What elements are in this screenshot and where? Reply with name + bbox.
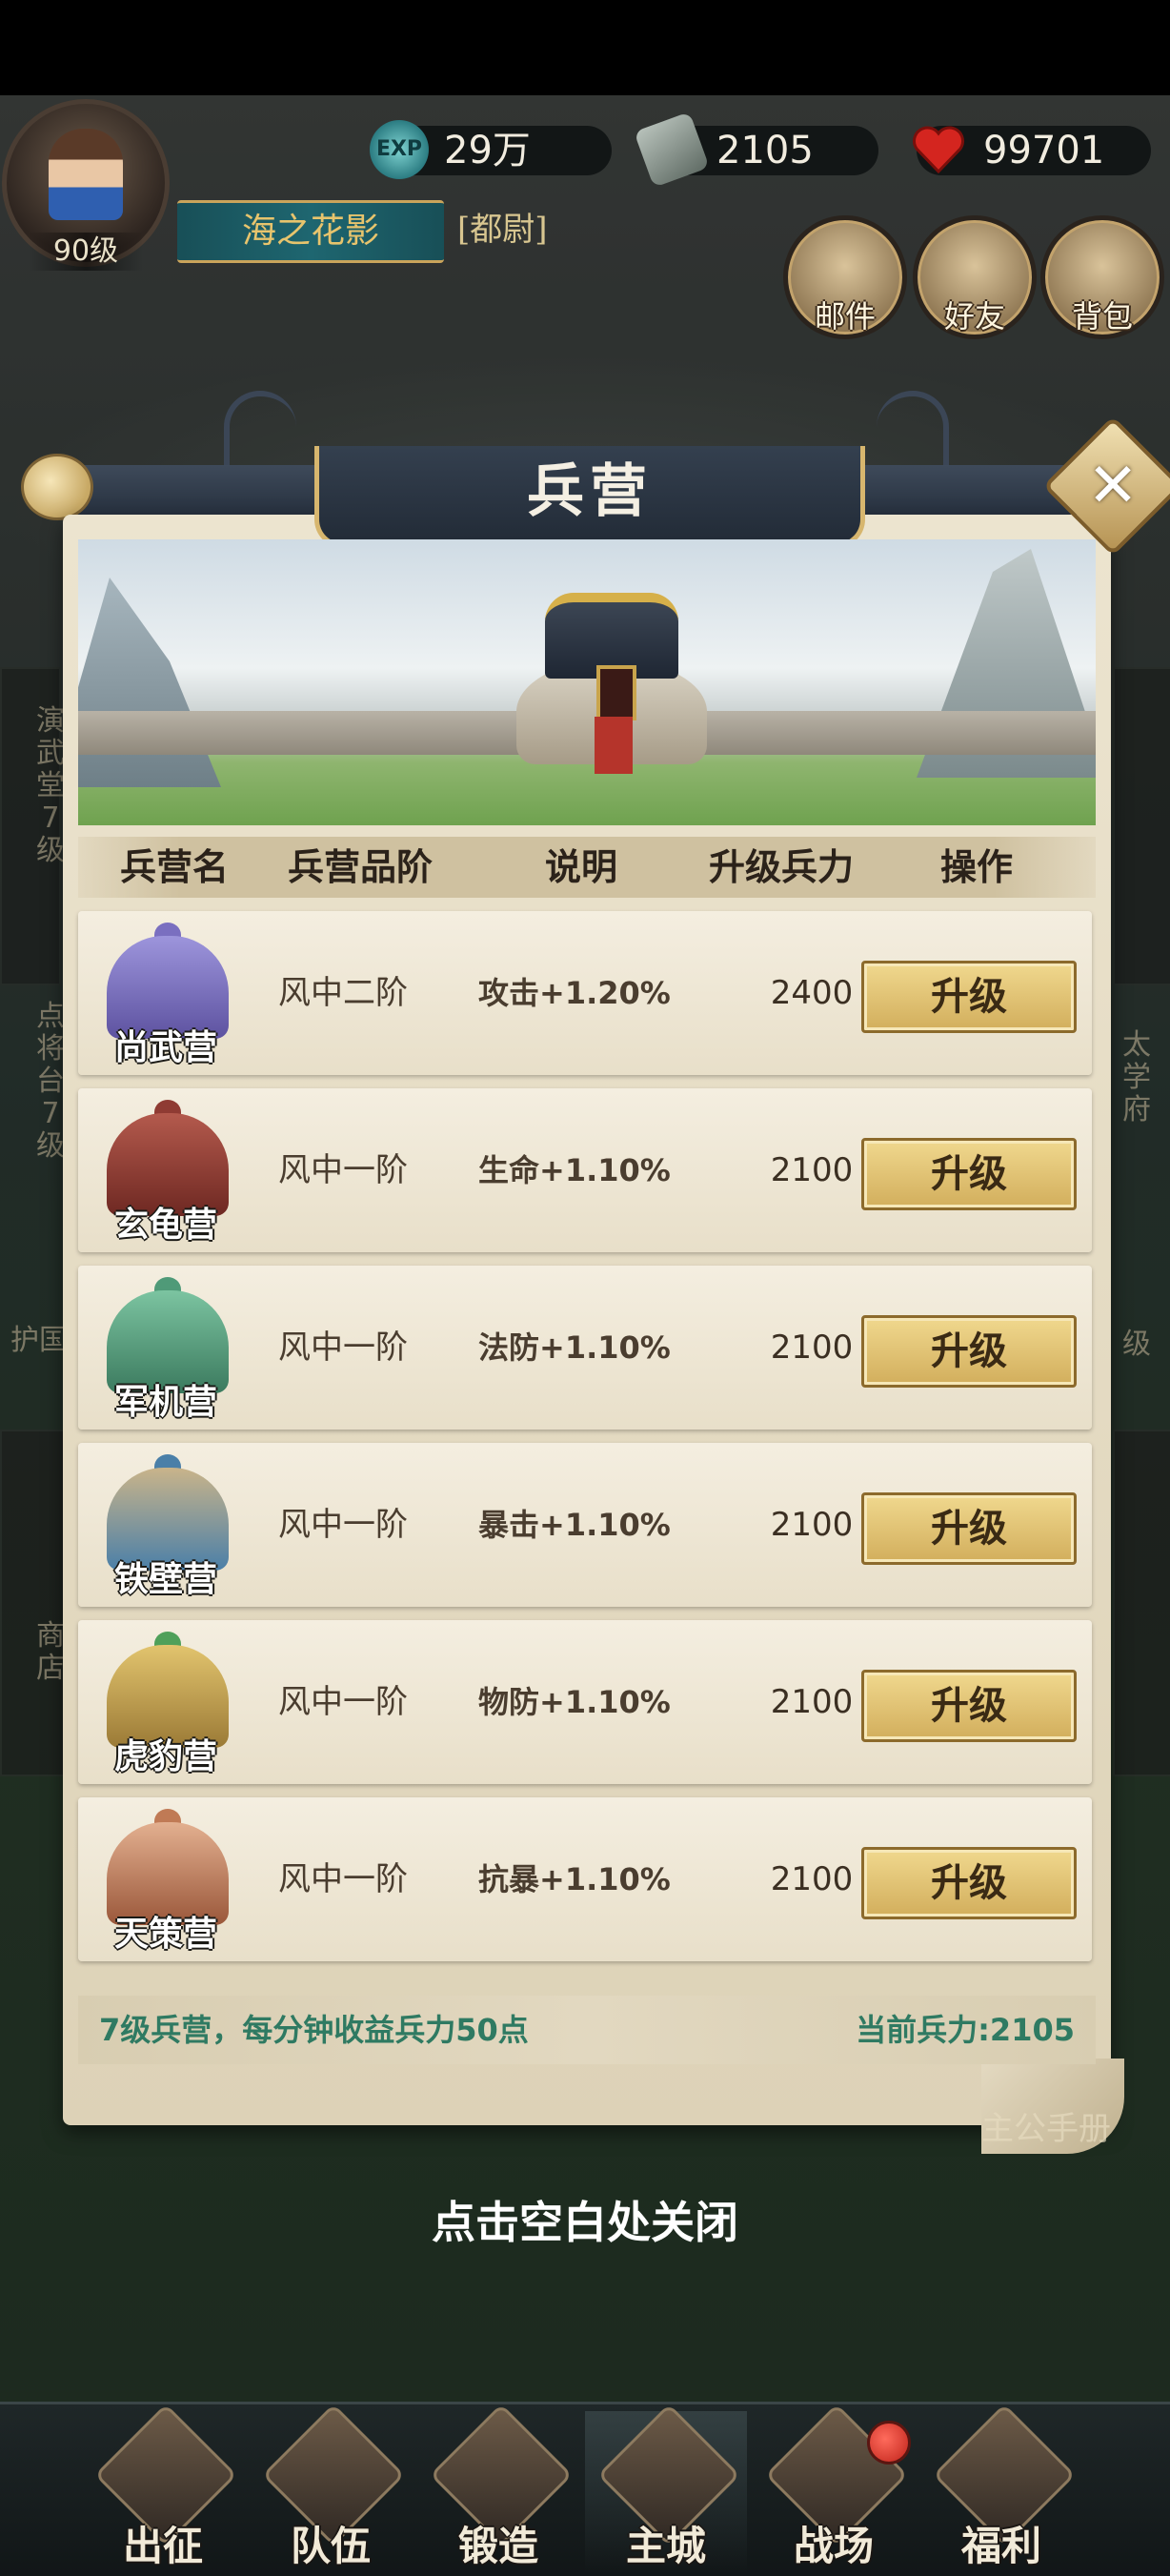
camp-grade: 风中一阶 — [278, 1860, 408, 1898]
nav-label: 战场 — [793, 2523, 874, 2569]
upgrade-label: 升级 — [931, 1683, 1007, 1728]
camp-name: 虎豹营 — [113, 1737, 217, 1776]
upgrade-label: 升级 — [931, 1506, 1007, 1551]
camp-name: 铁壁营 — [113, 1560, 217, 1599]
notification-badge — [867, 2421, 911, 2464]
header-grade: 兵营品阶 — [287, 845, 433, 888]
camp-desc: 抗暴+1.10% — [478, 1861, 671, 1897]
camp-name: 玄龟营 — [113, 1206, 217, 1245]
camp-grade: 风中二阶 — [278, 974, 408, 1012]
header-action: 操作 — [939, 845, 1013, 888]
player-level: 90级 — [29, 233, 143, 271]
nav-team[interactable]: 队伍 — [250, 2404, 412, 2573]
nav-label: 主城 — [625, 2523, 706, 2569]
close-icon: ✕ — [1087, 451, 1139, 521]
table-row: 天策营 风中一阶 抗暴+1.10% 2100 升级 — [78, 1797, 1092, 1961]
camp-desc: 法防+1.10% — [478, 1329, 671, 1366]
camp-grade: 风中一阶 — [278, 1329, 408, 1367]
exp-icon: EXP — [370, 120, 429, 179]
nav-label: 福利 — [960, 2523, 1041, 2569]
mail-label: 邮件 — [814, 298, 876, 335]
banner-mountain-left — [78, 578, 221, 787]
table-row: 铁壁营 风中一阶 暴击+1.10% 2100 升级 — [78, 1443, 1092, 1607]
upgrade-label: 升级 — [931, 974, 1007, 1019]
header-desc: 说明 — [544, 845, 617, 888]
player-name-plate: 海之花影 — [177, 200, 444, 263]
header-name: 兵营名 — [119, 845, 229, 888]
table-row: 军机营 风中一阶 法防+1.10% 2100 升级 — [78, 1266, 1092, 1430]
camp-name: 尚武营 — [113, 1028, 217, 1067]
exp-counter: EXP 29万 — [370, 120, 612, 179]
camp-desc: 攻击+1.20% — [478, 975, 671, 1011]
exp-value: 29万 — [444, 129, 531, 172]
avatar-portrait — [49, 129, 123, 220]
hearts-counter: 99701 — [912, 126, 1151, 175]
friends-button[interactable]: 好友 — [913, 215, 1037, 339]
close-hint: 点击空白处关闭 — [432, 2197, 738, 2248]
dialog-ornament-right — [877, 391, 949, 473]
barracks-building-icon — [516, 593, 707, 774]
upgrade-label: 升级 — [931, 1329, 1007, 1373]
building-door — [596, 665, 636, 720]
barracks-footer: 7级兵营，每分钟收益兵力50点 当前兵力:2105 — [78, 1996, 1096, 2064]
dialog-title-plaque: 兵营 — [314, 446, 865, 548]
upgrade-button[interactable]: 升级 — [861, 1847, 1077, 1919]
nav-city[interactable]: 主城 — [585, 2404, 747, 2573]
nav-welfare[interactable]: 福利 — [920, 2404, 1082, 2573]
status-bar — [0, 0, 1170, 95]
building-carpet — [595, 717, 633, 774]
nav-campaign[interactable]: 出征 — [82, 2404, 244, 2573]
player-name: 海之花影 — [241, 212, 379, 251]
dialog-title: 兵营 — [527, 458, 653, 525]
nav-forge[interactable]: 锻造 — [417, 2404, 579, 2573]
header-cost: 升级兵力 — [708, 845, 854, 888]
upgrade-button[interactable]: 升级 — [861, 1670, 1077, 1742]
nav-label: 锻造 — [457, 2523, 538, 2569]
camp-desc: 物防+1.10% — [478, 1684, 671, 1720]
manual-link[interactable]: 主公手册 — [981, 2102, 1111, 2149]
token-counter: 2105 — [634, 112, 878, 188]
camp-name: 军机营 — [113, 1383, 217, 1422]
upgrade-label: 升级 — [931, 1860, 1007, 1905]
mail-button[interactable]: 邮件 — [783, 215, 907, 339]
hearts-value: 99701 — [983, 129, 1105, 172]
nav-label: 队伍 — [290, 2523, 371, 2569]
heart-icon — [909, 120, 968, 179]
table-row: 虎豹营 风中一阶 物防+1.10% 2100 升级 — [78, 1620, 1092, 1784]
current-troops: 当前兵力:2105 — [856, 2012, 1075, 2048]
upgrade-label: 升级 — [931, 1151, 1007, 1196]
camp-desc: 暴击+1.10% — [478, 1507, 671, 1543]
camp-grade: 风中一阶 — [278, 1683, 408, 1721]
camp-grade: 风中一阶 — [278, 1506, 408, 1544]
scroll-end-left — [21, 454, 93, 520]
camp-grade: 风中一阶 — [278, 1151, 408, 1189]
bag-button[interactable]: 背包 — [1040, 215, 1164, 339]
bag-label: 背包 — [1071, 298, 1133, 335]
camp-desc: 生命+1.10% — [478, 1152, 671, 1188]
table-row: 尚武营 风中二阶 攻击+1.20% 2400 升级 — [78, 911, 1092, 1075]
upgrade-button[interactable]: 升级 — [861, 1492, 1077, 1565]
rank-title: [都尉] — [457, 211, 548, 249]
table-row: 玄龟营 风中一阶 生命+1.10% 2100 升级 — [78, 1088, 1092, 1252]
nav-label: 出征 — [122, 2523, 203, 2569]
income-text: 7级兵营，每分钟收益兵力50点 — [99, 2012, 529, 2048]
upgrade-button[interactable]: 升级 — [861, 1138, 1077, 1210]
barracks-banner — [78, 539, 1096, 825]
token-value: 2105 — [716, 129, 814, 172]
camp-name: 天策营 — [113, 1915, 217, 1954]
dialog-ornament-left — [224, 391, 296, 473]
friends-label: 好友 — [943, 298, 1005, 335]
upgrade-button[interactable]: 升级 — [861, 961, 1077, 1033]
upgrade-button[interactable]: 升级 — [861, 1315, 1077, 1388]
